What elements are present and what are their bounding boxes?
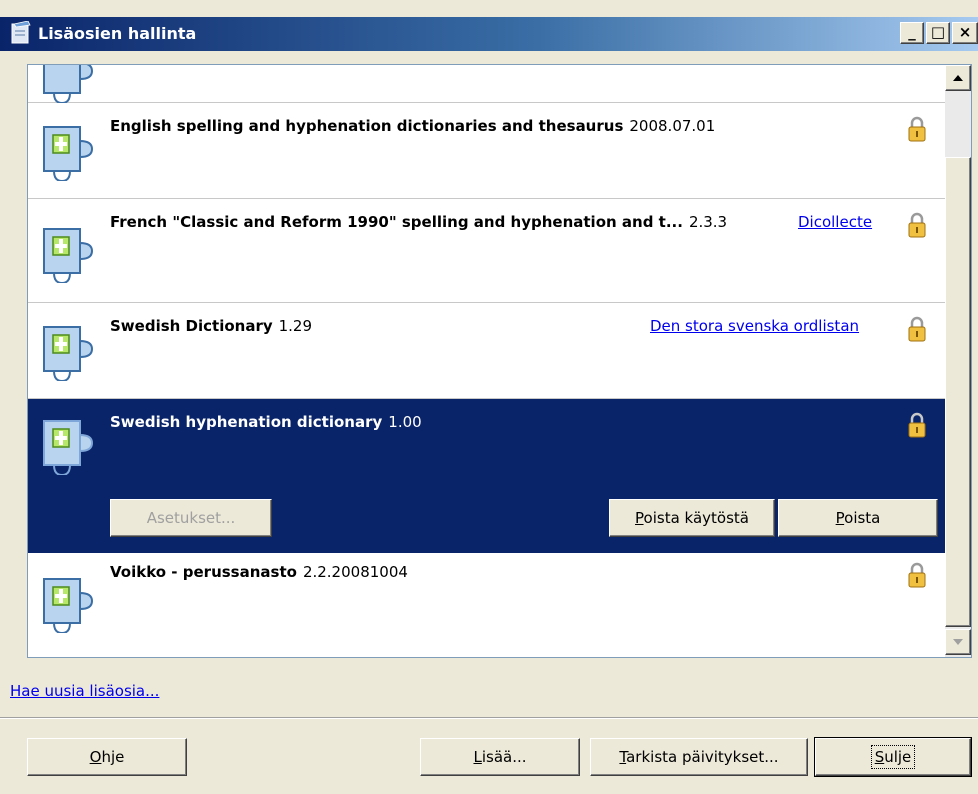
extension-version: 1.29 [278,317,313,335]
extension-title: French "Classic and Reform 1990" spellin… [110,213,727,231]
disable-button-label: oista käytöstä [643,509,749,527]
title-bar-band[interactable]: Lisäosien hallinta [0,17,978,51]
scroll-thumb[interactable] [945,157,971,627]
extension-version: 2008.07.01 [629,117,716,135]
add-button[interactable]: Lisää... [420,738,580,776]
minimize-button[interactable]: _ [900,22,924,44]
extension-title: English spelling and hyphenation diction… [110,117,715,135]
list-item-voikko[interactable]: Voikko - perussanasto 2.2.20081004 [28,553,945,657]
puzzle-icon [43,420,94,475]
extension-list-viewport: English spelling and hyphenation diction… [28,65,945,657]
extension-name: French "Classic and Reform 1990" spellin… [110,213,683,231]
separator [0,717,978,719]
lock-icon [908,316,926,342]
puzzle-icon [43,126,94,181]
remove-button[interactable]: Poista [778,499,938,537]
extension-version: 2.3.3 [688,213,728,231]
list-item-partial[interactable] [28,65,945,103]
puzzle-icon [43,326,94,381]
extension-title: Swedish hyphenation dictionary 1.00 [110,413,422,431]
extension-version: 1.00 [388,413,422,431]
remove-button-label: oista [844,509,881,527]
list-item-french[interactable]: French "Classic and Reform 1990" spellin… [28,199,945,303]
extension-title: Swedish Dictionary 1.29 [110,317,312,335]
arrow-down-icon [953,639,963,645]
maximize-button[interactable]: □ [926,22,950,44]
close-button-focus: Sulje [870,745,916,769]
extension-title: Voikko - perussanasto 2.2.20081004 [110,563,408,581]
remove-button-accesskey: P [835,509,845,527]
add-button-label: isää... [481,748,527,766]
extension-name: Swedish hyphenation dictionary [110,413,383,431]
close-button-accesskey: S [874,748,885,766]
title-bar: Lisäosien hallinta _ □ × [0,0,978,51]
help-button[interactable]: Ohje [27,738,187,776]
close-button-label: ulje [884,748,912,766]
list-item-english[interactable]: English spelling and hyphenation diction… [28,103,945,199]
extension-version: 2.2.20081004 [302,563,408,581]
check-updates-button-label: arkista päivitykset... [626,748,779,766]
list-item-swedish-hyphenation[interactable]: Swedish hyphenation dictionary 1.00 Asetu… [28,399,945,553]
disable-button[interactable]: Poista käytöstä [609,499,775,537]
close-button[interactable]: Sulje [814,737,972,777]
check-updates-button[interactable]: Tarkista päivitykset... [590,738,808,776]
lock-icon [908,562,926,588]
extension-name: English spelling and hyphenation diction… [110,117,624,135]
help-button-accesskey: O [89,748,102,766]
extension-homepage-link[interactable]: Den stora svenska ordlistan [650,317,859,335]
extension-name: Voikko - perussanasto [110,563,297,581]
puzzle-icon [43,65,94,103]
arrow-up-icon [953,75,963,81]
help-button-label: hje [101,748,125,766]
scroll-down-button[interactable] [945,629,971,655]
lock-icon [908,116,926,142]
close-window-button[interactable]: × [952,22,978,44]
extension-name: Swedish Dictionary [110,317,273,335]
add-button-accesskey: L [473,748,482,766]
scroll-up-button[interactable] [945,65,971,91]
disable-button-accesskey: P [635,509,644,527]
extension-homepage-link[interactable]: Dicollecte [798,213,872,231]
lock-icon [908,212,926,238]
list-item-swedish-dictionary[interactable]: Swedish Dictionary 1.29 Den stora svenska… [28,303,945,399]
get-more-extensions-link[interactable]: Hae uusia lisäosia... [10,682,159,700]
puzzle-icon [43,578,94,633]
vertical-scrollbar[interactable] [945,65,971,657]
options-button[interactable]: Asetukset... [110,499,272,537]
app-icon [11,21,31,44]
lock-icon [908,412,926,438]
extension-list: English spelling and hyphenation diction… [27,64,972,658]
puzzle-icon [43,228,94,283]
window-title: Lisäosien hallinta [38,24,197,43]
